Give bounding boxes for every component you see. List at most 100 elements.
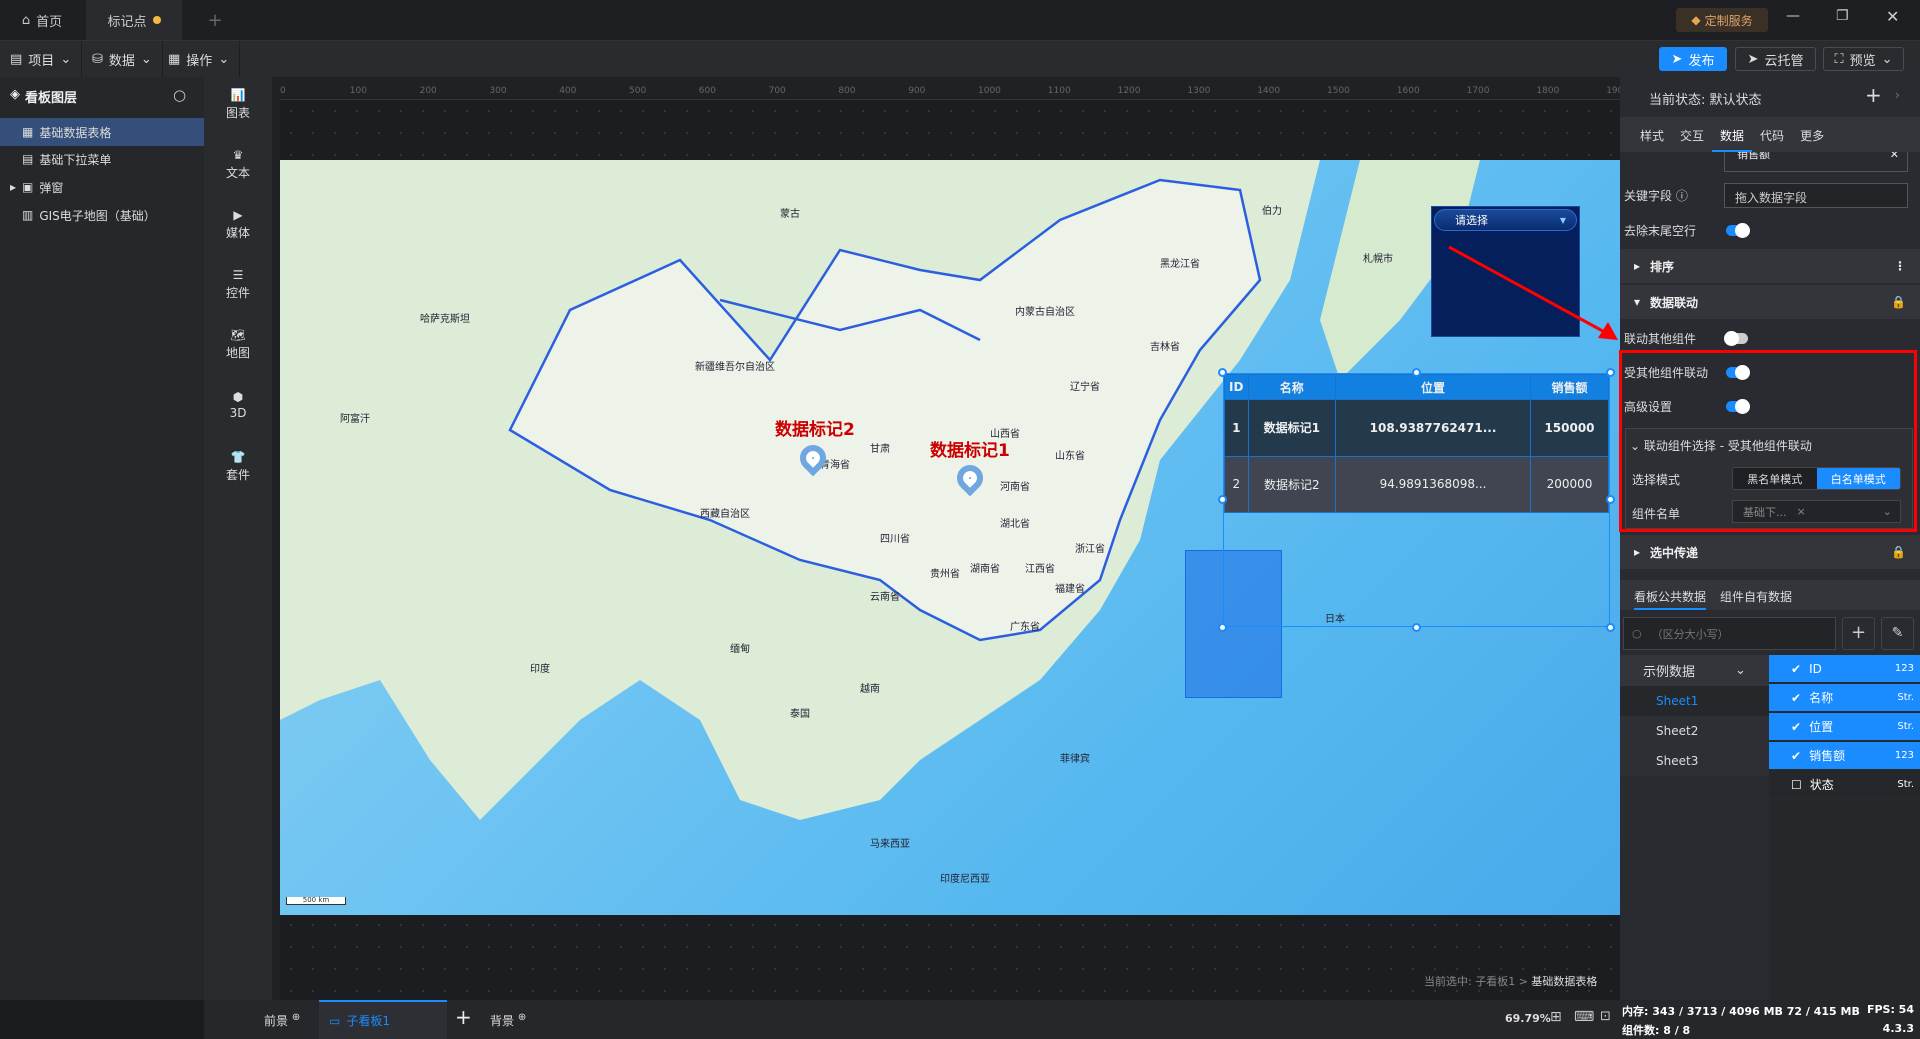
sheet-item[interactable]: Sheet2 bbox=[1620, 716, 1769, 746]
trim-toggle[interactable] bbox=[1726, 223, 1750, 238]
add-board-icon[interactable]: + bbox=[455, 1005, 472, 1029]
layer-item-table[interactable]: ▦ 基础数据表格 bbox=[0, 118, 204, 146]
field-item[interactable]: ✔ 销售额 123 bbox=[1769, 742, 1920, 770]
restore-icon[interactable]: ❐ bbox=[1836, 8, 1849, 24]
component-label: 套件 bbox=[225, 468, 250, 482]
publish-button[interactable]: ➤ 发布 bbox=[1659, 47, 1727, 71]
subpanel-header[interactable]: ⌄ 联动组件选择 - 受其他组件联动 bbox=[1630, 437, 1812, 454]
sheet-item[interactable]: Sheet3 bbox=[1620, 746, 1769, 776]
remove-tag-icon[interactable]: × bbox=[1797, 505, 1806, 518]
operate-menu[interactable]: ▦ 操作 ⌄ bbox=[158, 41, 241, 78]
component-label: 文本 bbox=[225, 166, 250, 180]
edit-icon[interactable]: ✎ bbox=[1881, 617, 1914, 650]
table-row[interactable]: 1 数据标记1 108.9387762471... 150000 bbox=[1224, 399, 1609, 457]
subboard-tab[interactable]: ▭ 子看板1 bbox=[319, 1000, 447, 1039]
data-table-selection[interactable]: ID 名称 位置 销售额 1 数据标记1 108.9387762471... 150000 … bbox=[1218, 368, 1615, 632]
resize-handle[interactable] bbox=[1412, 623, 1421, 632]
resize-handle[interactable] bbox=[1606, 368, 1615, 377]
column-header[interactable]: 名称 bbox=[1247, 374, 1337, 400]
field-item[interactable]: ✔ 位置 Str. bbox=[1769, 713, 1920, 741]
layer-item-gis-map[interactable]: ▥ GIS电子地图（基础） bbox=[0, 201, 204, 229]
advanced-toggle[interactable] bbox=[1726, 399, 1750, 414]
component-text[interactable]: ♛ 文本 bbox=[204, 148, 272, 181]
field-item[interactable]: ☐ 状态 Str. bbox=[1769, 771, 1920, 799]
field-list-partial[interactable]: 销售额 ✕ bbox=[1724, 152, 1908, 172]
tab-data[interactable]: 数据 bbox=[1712, 117, 1753, 152]
keyboard-icon[interactable]: ⌨ bbox=[1574, 1009, 1594, 1025]
layer-label: 弹窗 bbox=[39, 180, 64, 195]
add-field-button[interactable]: + bbox=[1842, 617, 1875, 650]
component-chart[interactable]: 📊 图表 bbox=[204, 88, 272, 121]
table-row[interactable]: 2 数据标记2 94.9891368098... 200000 bbox=[1224, 455, 1609, 513]
resize-handle[interactable] bbox=[1218, 368, 1227, 377]
dataset-select[interactable]: 示例数据 ⌄ bbox=[1620, 655, 1769, 686]
resize-handle[interactable] bbox=[1606, 623, 1615, 632]
cloud-host-button[interactable]: ➤ 云托管 bbox=[1735, 47, 1816, 71]
custom-service-button[interactable]: ◆ 定制服务 bbox=[1676, 8, 1768, 32]
project-menu[interactable]: ▤ 项目 ⌄ bbox=[0, 41, 83, 78]
layers-icon: ◈ bbox=[10, 87, 20, 102]
tab-own-data[interactable]: 组件自有数据 bbox=[1720, 580, 1792, 610]
resize-handle[interactable] bbox=[1412, 368, 1421, 377]
layer-item-popup[interactable]: ▸ ▣ 弹窗 bbox=[0, 173, 204, 201]
whitelist-mode-button[interactable]: 白名单模式 bbox=[1816, 468, 1900, 489]
resize-handle[interactable] bbox=[1218, 495, 1227, 504]
more-vertical-icon[interactable]: ⋮ bbox=[1894, 259, 1906, 273]
tab-home[interactable]: ⌂ 首页 bbox=[0, 0, 84, 40]
dataset-label: 示例数据 bbox=[1643, 665, 1696, 680]
checkbox-icon[interactable]: ☐ bbox=[1791, 778, 1802, 792]
data-menu[interactable]: ⛁ 数据 ⌄ bbox=[82, 41, 163, 78]
add-circle-icon[interactable]: ⊕ bbox=[518, 1012, 526, 1023]
terminal-icon[interactable]: ⊡ bbox=[1600, 1009, 1611, 1024]
key-field-input[interactable]: 拖入数据字段 bbox=[1724, 183, 1908, 208]
fit-screen-icon[interactable]: ⊞ bbox=[1550, 1009, 1562, 1025]
tab-more[interactable]: 更多 bbox=[1792, 117, 1832, 152]
tab-style[interactable]: 样式 bbox=[1632, 117, 1672, 152]
property-tabs: 样式 交互 数据 代码 更多 bbox=[1620, 117, 1920, 152]
data-table[interactable]: ID 名称 位置 销售额 1 数据标记1 108.9387762471... 150000 … bbox=[1224, 374, 1609, 513]
tab-marker[interactable]: 标记点 bbox=[86, 0, 182, 40]
new-tab-icon[interactable]: + bbox=[200, 0, 230, 40]
field-search-input[interactable]: ○ （区分大小写） bbox=[1623, 617, 1836, 650]
field-item[interactable]: ✔ 名称 Str. bbox=[1769, 684, 1920, 712]
linkage-section[interactable]: ▾ 数据联动 🔒 bbox=[1620, 285, 1920, 319]
selection-pass-section[interactable]: ▸ 选中传递 🔒 bbox=[1620, 535, 1920, 569]
component-control[interactable]: ☰ 控件 bbox=[204, 268, 272, 301]
preview-button[interactable]: ⛶ 预览 ⌄ bbox=[1823, 47, 1904, 71]
lock-icon[interactable]: 🔒 bbox=[1891, 295, 1906, 309]
linked-by-toggle[interactable] bbox=[1726, 365, 1750, 380]
column-header[interactable]: 位置 bbox=[1335, 374, 1531, 400]
component-3d[interactable]: ⬢ 3D bbox=[204, 390, 272, 420]
add-state-icon[interactable]: + bbox=[1865, 83, 1882, 107]
column-header[interactable]: 销售额 bbox=[1530, 374, 1609, 400]
column-header[interactable]: ID bbox=[1224, 374, 1249, 400]
link-other-toggle[interactable] bbox=[1724, 331, 1748, 346]
close-icon[interactable]: ✕ bbox=[1886, 7, 1899, 26]
lock-icon[interactable]: 🔒 bbox=[1891, 545, 1906, 559]
search-icon[interactable]: ○ bbox=[173, 86, 186, 104]
add-circle-icon[interactable]: ⊕ bbox=[292, 1012, 300, 1023]
component-kit[interactable]: 👕 套件 bbox=[204, 450, 272, 483]
sheet-item[interactable]: Sheet1 bbox=[1620, 686, 1769, 716]
foreground-tab[interactable]: 前景 ⊕ bbox=[264, 1012, 300, 1029]
resize-handle[interactable] bbox=[1218, 623, 1227, 632]
component-list-select[interactable]: 基础下... × ⌄ bbox=[1732, 500, 1901, 523]
layer-item-dropdown[interactable]: ▤ 基础下拉菜单 bbox=[0, 145, 204, 173]
tab-code[interactable]: 代码 bbox=[1752, 117, 1792, 152]
chevron-right-icon[interactable]: › bbox=[1895, 88, 1900, 102]
resize-handle[interactable] bbox=[1606, 495, 1615, 504]
help-icon[interactable]: ⓘ bbox=[1676, 189, 1688, 203]
tab-board-data[interactable]: 看板公共数据 bbox=[1634, 580, 1707, 610]
sort-section[interactable]: ▸ 排序 ⋮ bbox=[1620, 249, 1920, 283]
component-map[interactable]: 🗺 地图 bbox=[204, 328, 272, 361]
background-tab[interactable]: 背景 ⊕ bbox=[490, 1012, 526, 1029]
zoom-level[interactable]: 69.79% bbox=[1505, 1012, 1551, 1025]
field-item[interactable]: ✔ ID 123 bbox=[1769, 655, 1920, 683]
minimize-icon[interactable]: — bbox=[1786, 8, 1800, 24]
tab-interaction[interactable]: 交互 bbox=[1672, 117, 1712, 152]
close-icon[interactable]: ✕ bbox=[1890, 152, 1899, 161]
subpanel-title: 联动组件选择 - 受其他组件联动 bbox=[1643, 439, 1812, 453]
blacklist-mode-button[interactable]: 黑名单模式 bbox=[1733, 468, 1817, 489]
component-media[interactable]: ▶ 媒体 bbox=[204, 208, 272, 241]
dropdown-select[interactable]: 请选择 ▼ bbox=[1434, 209, 1577, 231]
